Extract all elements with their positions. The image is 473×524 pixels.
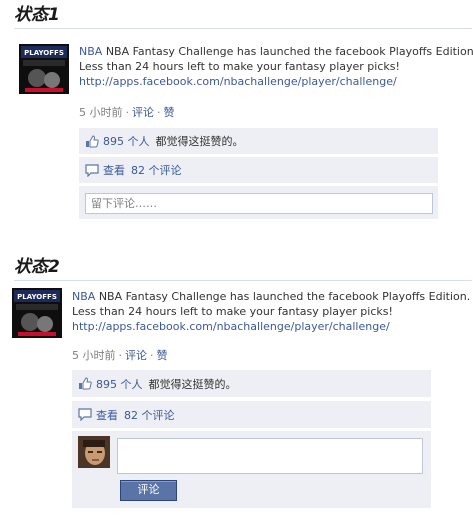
nba-playoffs-logo-icon: PLAYOFFS: [12, 288, 62, 338]
nba-page-avatar[interactable]: PLAYOFFS: [12, 288, 62, 338]
nba-page-avatar[interactable]: PLAYOFFS: [19, 44, 69, 94]
likes-count-link[interactable]: 895 个人: [96, 376, 143, 392]
like-link[interactable]: 赞: [164, 106, 175, 119]
likes-count-link[interactable]: 895 个人: [103, 133, 150, 149]
user-photo-icon: [78, 436, 110, 468]
timestamp: 5 小时前: [79, 106, 123, 119]
svg-text:PLAYOFFS: PLAYOFFS: [24, 49, 64, 57]
view-comments-row[interactable]: 查看 82 个评论: [72, 401, 431, 429]
svg-text:PLAYOFFS: PLAYOFFS: [17, 293, 57, 301]
comment-link[interactable]: 评论: [132, 106, 154, 119]
message-line-2: Less than 24 hours left to make your fan…: [72, 305, 393, 318]
timestamp: 5 小时前: [72, 349, 116, 362]
state-1-heading: 状态1: [14, 5, 60, 25]
story-text: NBA NBA Fantasy Challenge has launched t…: [72, 289, 470, 334]
story-meta: 5 小时前 · 评论 · 赞: [79, 106, 175, 119]
story-text: NBA NBA Fantasy Challenge has launched t…: [79, 44, 473, 89]
message-line-1: NBA Fantasy Challenge has launched the f…: [105, 45, 473, 58]
view-comments-row[interactable]: 查看 82 个评论: [79, 157, 438, 184]
comment-textarea[interactable]: [117, 438, 423, 474]
commenter-avatar: [78, 436, 110, 468]
comments-count-link[interactable]: 82 个评论: [124, 407, 175, 423]
story-meta: 5 小时前 · 评论 · 赞: [72, 349, 168, 362]
likes-text: 都觉得这挺赞的。: [148, 377, 237, 391]
message-line-1: NBA Fantasy Challenge has launched the f…: [98, 290, 471, 303]
author-link[interactable]: NBA: [72, 290, 95, 303]
state-2-divider: [14, 280, 472, 281]
comment-link[interactable]: 评论: [125, 349, 147, 362]
comments-count-link[interactable]: 82 个评论: [131, 162, 182, 178]
likes-row: 895 个人 都觉得这挺赞的。: [72, 370, 431, 398]
state-2-heading: 状态2: [14, 257, 60, 277]
comment-input[interactable]: 留下评论……: [85, 193, 433, 214]
thumbs-up-icon: [86, 134, 99, 147]
speech-bubble-icon: [78, 408, 92, 421]
comment-submit-button[interactable]: 评论: [120, 480, 177, 501]
likes-text: 都觉得这挺赞的。: [155, 135, 244, 148]
likes-row: 895 个人 都觉得这挺赞的。: [79, 128, 438, 155]
app-link[interactable]: http://apps.facebook.com/nbachallenge/pl…: [79, 75, 397, 88]
message-line-2: Less than 24 hours left to make your fan…: [79, 60, 400, 73]
speech-bubble-icon: [85, 163, 99, 177]
view-label[interactable]: 查看: [103, 162, 125, 178]
nba-playoffs-logo-icon: PLAYOFFS: [19, 44, 69, 94]
thumbs-up-icon: [79, 377, 92, 390]
app-link[interactable]: http://apps.facebook.com/nbachallenge/pl…: [72, 320, 390, 333]
like-link[interactable]: 赞: [157, 349, 168, 362]
state-1-divider: [14, 28, 472, 29]
author-link[interactable]: NBA: [79, 45, 102, 58]
view-label[interactable]: 查看: [96, 407, 118, 423]
